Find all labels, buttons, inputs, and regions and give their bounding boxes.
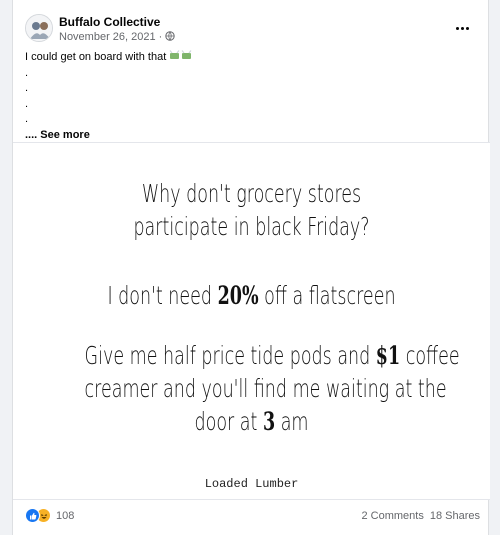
post-card: Buffalo Collective November 26, 2021 · I…	[12, 0, 490, 535]
meme-fragment: Give me half price tide pods and	[84, 341, 376, 370]
post-text-first: I could get on board with that	[25, 51, 167, 63]
meme-fragment: coffee	[400, 341, 460, 370]
meme-text-flatscreen: I don't need 20% off a flatscreen	[85, 279, 419, 312]
post-date[interactable]: November 26, 2021 ·	[59, 31, 162, 43]
meme-fragment: I don't need	[107, 281, 218, 310]
see-more-link[interactable]: .... See more	[25, 129, 90, 141]
more-dot-icon	[465, 26, 469, 30]
post-text-line: .	[25, 82, 29, 94]
like-icon	[25, 508, 40, 523]
meme-line: Give me half price tide pods and $1 coff…	[84, 339, 460, 372]
post-image[interactable]: Why don't grocery stores participate in …	[13, 142, 490, 500]
meme-number: 3	[262, 407, 276, 436]
meme-number: $1	[375, 341, 401, 370]
post-text: I could get on board with that . . . . .…	[25, 50, 465, 143]
post-timestamp[interactable]: November 26, 2021 ·	[59, 31, 176, 43]
post-header: Buffalo Collective November 26, 2021 ·	[25, 14, 480, 44]
meme-number: 20%	[217, 281, 259, 310]
reaction-count: 108	[56, 509, 75, 522]
meme-fragment: off a flatscreen	[258, 281, 396, 310]
meme-fragment: door at	[194, 407, 263, 436]
more-options-button[interactable]	[450, 18, 474, 38]
image-watermark: Loaded Lumber	[204, 477, 299, 491]
post-text-line: .	[25, 66, 29, 79]
more-dot-icon	[455, 26, 459, 30]
reactions-summary[interactable]: 108	[25, 508, 74, 523]
meme-text-question: Why don't grocery stores participate in …	[85, 177, 419, 243]
meme-line: door at 3 am	[85, 405, 419, 438]
post-footer: 108 2 Comments 18 Shares	[25, 508, 480, 528]
meme-fragment: am	[275, 407, 309, 436]
comments-count-link[interactable]: 2 Comments	[361, 510, 423, 522]
meme-line: creamer and you'll find me waiting at th…	[84, 374, 447, 403]
post-text-line: I could get on board with that	[25, 50, 465, 66]
page-name-link[interactable]: Buffalo Collective	[59, 15, 160, 29]
money-with-wings-icon	[169, 50, 192, 59]
post-text-line: .	[25, 97, 29, 110]
engagement-counts: 2 Comments 18 Shares	[361, 510, 480, 522]
more-dot-icon	[460, 26, 464, 30]
meme-text-demands: Give me half price tide pods and $1 coff…	[84, 339, 460, 438]
post-text-line: .	[25, 113, 29, 125]
shares-count-link[interactable]: 18 Shares	[430, 510, 480, 522]
meme-line: Why don't grocery stores	[141, 179, 362, 208]
meme-line: participate in black Friday?	[133, 212, 370, 241]
globe-icon	[165, 31, 176, 41]
page-avatar[interactable]	[25, 14, 53, 42]
avatar-illustration	[26, 15, 52, 41]
